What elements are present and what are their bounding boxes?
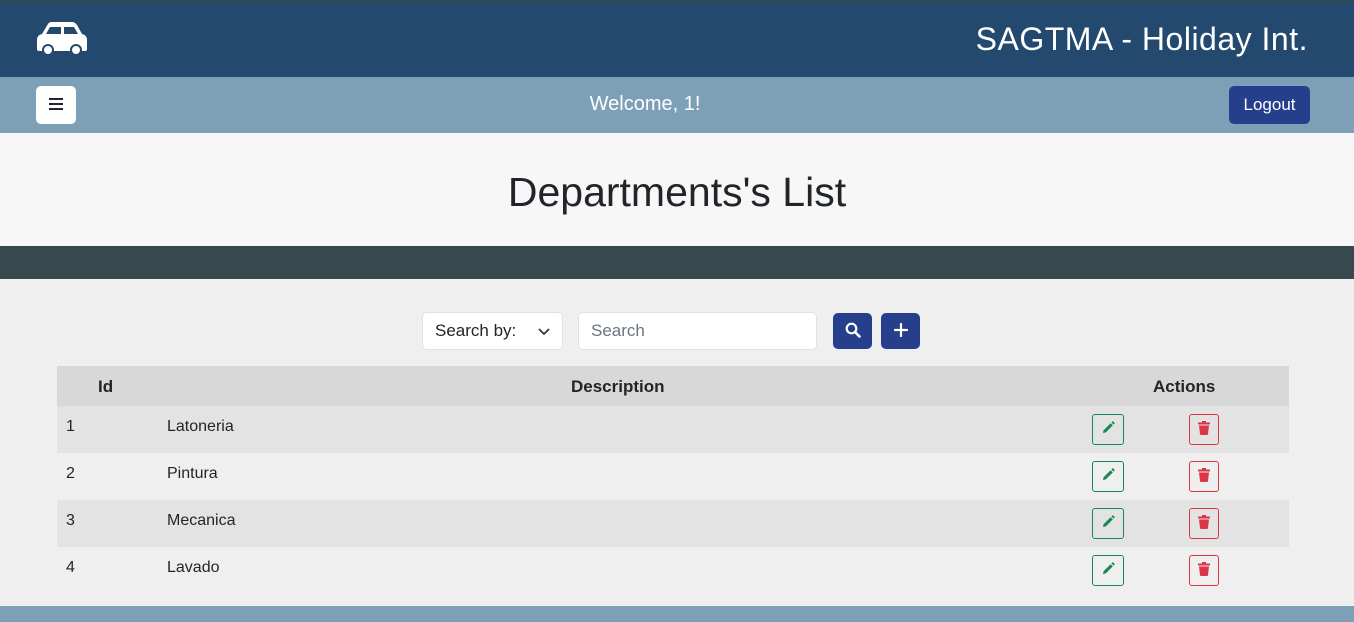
pencil-icon [1101, 421, 1115, 438]
table-body: 1 Latoneria 2 Pintura 3 Mecanica 4 Lavad… [57, 406, 1289, 594]
column-header-actions: Actions [1153, 377, 1216, 396]
page-title: Departments's List [507, 169, 847, 215]
cell-id: 4 [66, 559, 75, 576]
cell-description: Latoneria [167, 418, 234, 435]
welcome-message: Welcome, 1! [589, 93, 701, 115]
table-header: Id Description Actions [57, 366, 1289, 406]
table-row: 2 Pintura [57, 453, 1289, 500]
pencil-icon [1101, 515, 1115, 532]
search-button[interactable] [833, 313, 872, 349]
departments-table: Id Description Actions 1 Latoneria 2 Pin… [57, 366, 1289, 594]
cell-id: 3 [66, 512, 75, 529]
car-icon [36, 20, 88, 58]
delete-button[interactable] [1189, 461, 1219, 492]
table-row: 4 Lavado [57, 547, 1289, 594]
chevron-down-icon [538, 321, 550, 341]
search-icon [845, 322, 861, 341]
table-row: 3 Mecanica [57, 500, 1289, 547]
edit-button[interactable] [1092, 508, 1124, 539]
edit-button[interactable] [1092, 414, 1124, 445]
cell-description: Lavado [167, 559, 220, 576]
trash-icon [1198, 515, 1210, 532]
trash-icon [1198, 562, 1210, 579]
title-section: Departments's List [0, 133, 1354, 246]
column-header-description: Description [571, 377, 665, 396]
edit-button[interactable] [1092, 555, 1124, 586]
delete-button[interactable] [1189, 555, 1219, 586]
column-header-id: Id [98, 377, 114, 396]
delete-button[interactable] [1189, 508, 1219, 539]
edit-button[interactable] [1092, 461, 1124, 492]
search-input[interactable] [578, 312, 817, 350]
navbar: Welcome, 1! Logout [0, 77, 1354, 133]
plus-icon [893, 322, 908, 340]
trash-icon [1198, 468, 1210, 485]
cell-description: Mecanica [167, 512, 236, 529]
pencil-icon [1101, 562, 1115, 579]
cell-description: Pintura [167, 465, 218, 482]
search-toolbar: Search by: [0, 312, 1354, 350]
add-department-button[interactable] [881, 313, 920, 349]
cell-id: 1 [66, 418, 75, 435]
trash-icon [1198, 421, 1210, 438]
app-title: SAGTMA - Holiday Int. [975, 21, 1308, 57]
table-row: 1 Latoneria [57, 406, 1289, 453]
divider-band [0, 246, 1354, 279]
logout-button[interactable]: Logout [1229, 86, 1310, 124]
cell-id: 2 [66, 465, 75, 482]
app-header: SAGTMA - Holiday Int. [0, 0, 1354, 77]
search-by-label: Search by: [435, 321, 517, 340]
footer-bar [0, 606, 1354, 622]
search-by-select[interactable]: Search by: [422, 312, 563, 350]
delete-button[interactable] [1189, 414, 1219, 445]
pencil-icon [1101, 468, 1115, 485]
